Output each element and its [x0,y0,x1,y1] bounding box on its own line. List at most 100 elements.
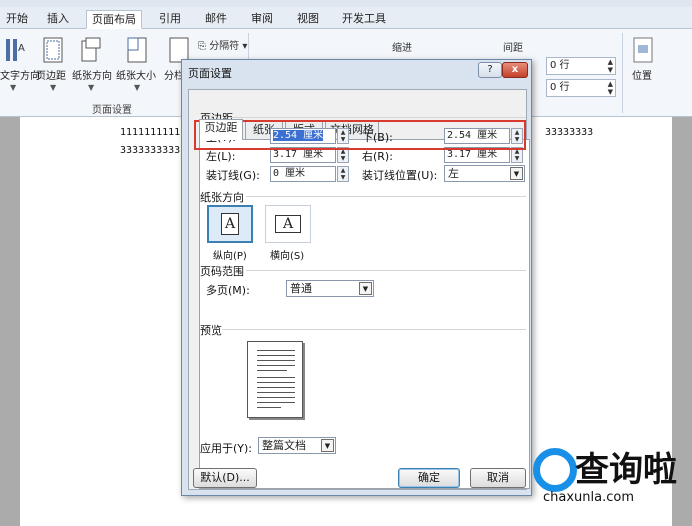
chevron-down-icon: ▼ [88,83,95,92]
gutter-position-label: 装订线位置(U): [362,169,438,182]
text-direction-label: 文字方向 [0,71,40,82]
gutter-spinner[interactable]: ▲ ▼ [337,166,349,182]
section-divider [222,329,526,330]
margins-panel [199,139,530,489]
preview-line [257,350,295,351]
preview-line [257,407,281,408]
chevron-down-icon: ▼ [134,83,141,92]
text-direction-icon: A [6,39,25,61]
tab-home[interactable]: 开始 [0,10,34,29]
top-margin-value: 2.54 厘米 [273,130,324,141]
ok-button[interactable]: 确定 [398,468,460,488]
right-margin-label: 右(R): [362,150,393,163]
preview-line [257,397,295,398]
orientation-label: 纸张方向 [72,71,112,82]
cancel-button[interactable]: 取消 [470,468,526,488]
help-button[interactable]: ? [478,62,502,78]
preview-section-label: 预览 [200,324,222,337]
ribbon-separator [622,33,623,113]
paper-size-icon [127,37,147,63]
chevron-down-icon[interactable]: ▼ [359,282,372,295]
page-setup-group-label: 页面设置 [92,105,132,116]
gutter-value: 0 厘米 [273,168,306,179]
portrait-option[interactable]: A [207,205,253,243]
preview-line [257,370,287,371]
page-preview [247,341,303,418]
spinner-icon[interactable]: ▲ ▼ [608,58,613,74]
chevron-down-icon[interactable]: ▼ [510,167,523,180]
preview-line [257,355,295,356]
top-margin-spinner[interactable]: ▲ ▼ [337,128,349,144]
bottom-margin-input[interactable]: 2.54 厘米 [444,128,510,144]
ribbon-tabs: 开始 插入 页面布局 引用 邮件 审阅 视图 开发工具 [0,7,692,29]
gutter-position-select[interactable]: 左 ▼ [444,165,525,182]
tab-insert[interactable]: 插入 [40,10,76,29]
bottom-margin-label: 下(B): [362,131,393,144]
left-margin-spinner[interactable]: ▲ ▼ [337,147,349,163]
right-margin-spinner[interactable]: ▲ ▼ [511,147,523,163]
preview-line [257,387,295,388]
apply-to-value: 整篇文档 [262,439,306,452]
multiple-pages-value: 普通 [290,282,312,295]
tab-references[interactable]: 引用 [152,10,188,29]
title-bar [0,0,692,7]
tab-view[interactable]: 视图 [290,10,326,29]
preview-line [257,377,295,378]
tab-mailings[interactable]: 邮件 [198,10,234,29]
chevron-down-icon: ▼ [50,83,57,92]
left-margin-label: 左(L): [206,150,236,163]
margins-label: 页边距 [36,71,66,82]
spacing-before-input[interactable]: 0 行 ▲ ▼ [546,57,616,75]
spacing-before-value: 0 行 [550,60,570,71]
orientation-icon [81,37,101,62]
right-margin-input[interactable]: 3.17 厘米 [444,147,510,163]
watermark: 查询啦 chaxunla.com [519,440,692,526]
tab-page-layout[interactable]: 页面布局 [86,10,142,29]
indent-label: 缩进 [392,43,412,54]
document-line: 1111111111 [120,127,181,138]
spinner-icon[interactable]: ▲ ▼ [608,80,613,96]
close-button[interactable]: x [502,62,528,78]
chevron-down-icon[interactable]: ▼ [321,439,334,452]
right-margin-value: 3.17 厘米 [447,149,498,160]
preview-line [257,365,295,366]
breaks-label: 分隔符 [209,41,240,52]
tab-developer[interactable]: 开发工具 [336,10,392,29]
apply-to-select[interactable]: 整篇文档 ▼ [258,437,336,454]
svg-text:A: A [18,43,25,54]
landscape-label: 横向(S) [270,251,305,262]
document-line: 3333333333 [120,145,181,156]
preview-line [257,382,295,383]
section-divider [246,270,526,271]
preview-line [257,392,295,393]
document-line: 33333333 [545,127,594,138]
chevron-down-icon: ▾ [242,41,248,52]
preview-line [257,360,295,361]
landscape-icon: A [275,215,301,233]
top-margin-input[interactable]: 2.54 厘米 [270,128,336,144]
breaks-icon: ⎘ [198,41,206,52]
spacing-after-value: 0 行 [550,82,570,93]
multiple-pages-select[interactable]: 普通 ▼ [286,280,374,297]
watermark-url: chaxunla.com [543,490,634,505]
multiple-pages-label: 多页(M): [206,284,250,297]
left-margin-input[interactable]: 3.17 厘米 [270,147,336,163]
default-button[interactable]: 默认(D)... [193,468,257,488]
position-icon [633,37,653,63]
position-label: 位置 [632,71,652,82]
preview-line [257,402,295,403]
dialog-title: 页面设置 [188,67,232,80]
gutter-input[interactable]: 0 厘米 [270,166,336,182]
spacing-after-input[interactable]: 0 行 ▲ ▼ [546,79,616,97]
orientation-section-label: 纸张方向 [200,191,244,204]
section-divider [230,117,526,118]
margins-icon [43,37,63,63]
chevron-down-icon: ▼ [10,83,17,92]
breaks-button[interactable]: ⎘ 分隔符 ▾ [198,37,247,52]
watermark-text: 查询啦 [575,450,677,490]
tab-margins[interactable]: 页边距 [199,119,243,140]
portrait-label: 纵向(P) [213,251,247,262]
tab-review[interactable]: 审阅 [244,10,280,29]
bottom-margin-spinner[interactable]: ▲ ▼ [511,128,523,144]
landscape-option[interactable]: A [265,205,311,243]
